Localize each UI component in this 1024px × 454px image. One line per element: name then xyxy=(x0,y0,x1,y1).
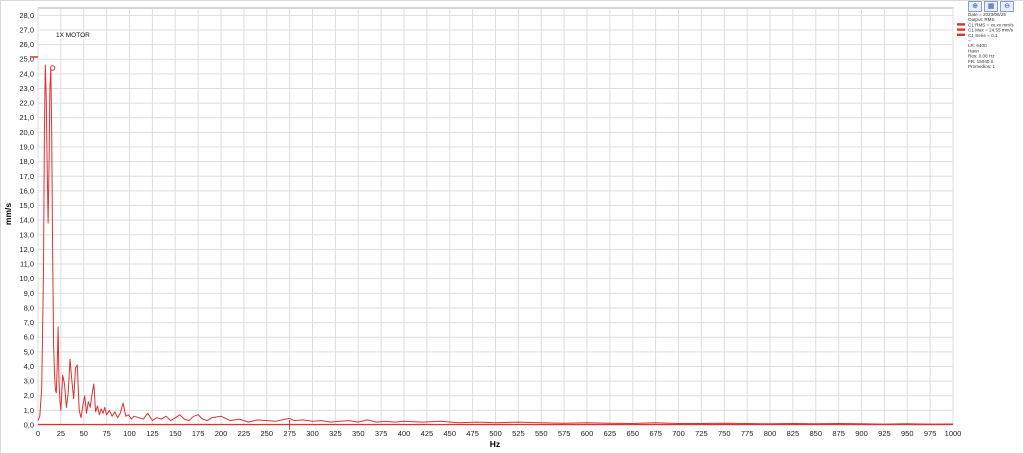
y-tick-label: 13,0 xyxy=(19,230,34,239)
y-tick-label: 15,0 xyxy=(19,201,34,210)
x-tick-label: 500 xyxy=(489,429,502,438)
x-tick-label: 600 xyxy=(581,429,594,438)
y-tick-label: 6,0 xyxy=(24,333,34,342)
x-tick-label: 150 xyxy=(169,429,182,438)
x-tick-label: 300 xyxy=(306,429,319,438)
x-tick-label: 825 xyxy=(787,429,800,438)
x-tick-label: 800 xyxy=(764,429,777,438)
y-tick-label: 24,0 xyxy=(19,69,34,78)
y-tick-label: 26,0 xyxy=(19,40,34,49)
y-tick-label: 8,0 xyxy=(24,303,34,312)
y-tick-labels: 0,0 1,0 2,0 3,0 4,0 5,0 6,0 7,0 8,0 9,0 10,0 11,0 12… xyxy=(19,11,34,430)
x-tick-label: 725 xyxy=(695,429,708,438)
x-tick-label: 50 xyxy=(80,429,88,438)
x-axis-title: Hz xyxy=(490,439,500,449)
x-tick-label: 325 xyxy=(329,429,342,438)
x-tick-label: 625 xyxy=(604,429,617,438)
x-tick-label: 275 xyxy=(283,429,296,438)
y-tick-label: 1,0 xyxy=(24,406,34,415)
y-tick-label: 17,0 xyxy=(19,172,34,181)
x-tick-label: 775 xyxy=(741,429,754,438)
x-tick-label: 450 xyxy=(443,429,456,438)
y-tick-label: 14,0 xyxy=(19,216,34,225)
info-line: C1 Serie = 0.1 xyxy=(968,33,998,38)
x-tick-label: 25 xyxy=(57,429,65,438)
x-tick-label: 850 xyxy=(809,429,822,438)
legend-swatch xyxy=(957,33,965,36)
info-line: Promedios: 1 xyxy=(968,64,996,69)
y-tick-label: 10,0 xyxy=(19,274,34,283)
x-tick-label: 75 xyxy=(102,429,110,438)
y-tick-label: 5,0 xyxy=(24,347,34,356)
y-tick-label: 22,0 xyxy=(19,99,34,108)
y-tick-label: 11,0 xyxy=(20,260,34,269)
y-tick-label: 9,0 xyxy=(24,289,34,298)
y-tick-label: 0,0 xyxy=(24,421,34,430)
y-tick-label: 19,0 xyxy=(19,143,34,152)
x-tick-label: 875 xyxy=(832,429,845,438)
x-tick-label: 250 xyxy=(260,429,273,438)
x-tick-label: 475 xyxy=(466,429,479,438)
x-tick-label: 125 xyxy=(146,429,159,438)
x-tick-label: 925 xyxy=(878,429,891,438)
x-tick-label: 700 xyxy=(672,429,685,438)
x-tick-label: 100 xyxy=(123,429,136,438)
x-tick-label: 575 xyxy=(558,429,571,438)
info-panel: Date = 2023/06/25Output: RMSC1 RMS = xx.… xyxy=(957,12,1014,69)
x-tick-label: 1000 xyxy=(945,429,962,438)
y-tick-label: 25,0 xyxy=(19,55,34,64)
legend-swatch xyxy=(957,28,965,31)
y-tick-label: 12,0 xyxy=(19,245,34,254)
spectrum-chart: 0,0 1,0 2,0 3,0 4,0 5,0 6,0 7,0 8,0 9,0 10,0 11,0 12… xyxy=(3,7,1014,449)
y-tick-label: 28,0 xyxy=(19,11,34,20)
x-tick-labels: 0 25 50 75 100 125 150 175 200 225 250 275 300 325 350… xyxy=(36,429,961,438)
x-tick-label: 175 xyxy=(192,429,205,438)
peak-marker[interactable] xyxy=(49,65,56,71)
y-tick-label: 20,0 xyxy=(19,128,34,137)
x-tick-label: 975 xyxy=(924,429,937,438)
x-tick-label: 350 xyxy=(352,429,365,438)
x-tick-label: 650 xyxy=(626,429,639,438)
x-tick-label: 200 xyxy=(215,429,228,438)
grid-lines xyxy=(37,8,954,426)
y-tick-label: 2,0 xyxy=(24,391,34,400)
y-tick-label: 18,0 xyxy=(19,157,34,166)
x-tick-label: 950 xyxy=(901,429,914,438)
x-tick-label: 525 xyxy=(512,429,525,438)
legend-swatch xyxy=(957,23,965,26)
y-tick-label: 23,0 xyxy=(19,84,34,93)
x-tick-label: 225 xyxy=(238,429,251,438)
x-tick-label: 750 xyxy=(718,429,731,438)
x-tick-label: 550 xyxy=(535,429,548,438)
x-tick-label: 375 xyxy=(375,429,388,438)
y-tick-label: 27,0 xyxy=(19,25,34,34)
y-tick-label: 4,0 xyxy=(24,362,34,371)
annotation-1x-motor: 1X MOTOR xyxy=(56,32,90,39)
y-axis-title: mm/s xyxy=(3,203,13,225)
x-tick-label: 675 xyxy=(649,429,662,438)
x-tick-label: 400 xyxy=(398,429,411,438)
x-tick-label: 0 xyxy=(36,429,40,438)
y-tick-label: 3,0 xyxy=(24,377,34,386)
x-tick-label: 900 xyxy=(855,429,868,438)
y-tick-label: 7,0 xyxy=(24,318,34,327)
x-tick-label: 425 xyxy=(421,429,434,438)
y-tick-label: 21,0 xyxy=(19,113,34,122)
y-tick-label: 16,0 xyxy=(19,186,34,195)
